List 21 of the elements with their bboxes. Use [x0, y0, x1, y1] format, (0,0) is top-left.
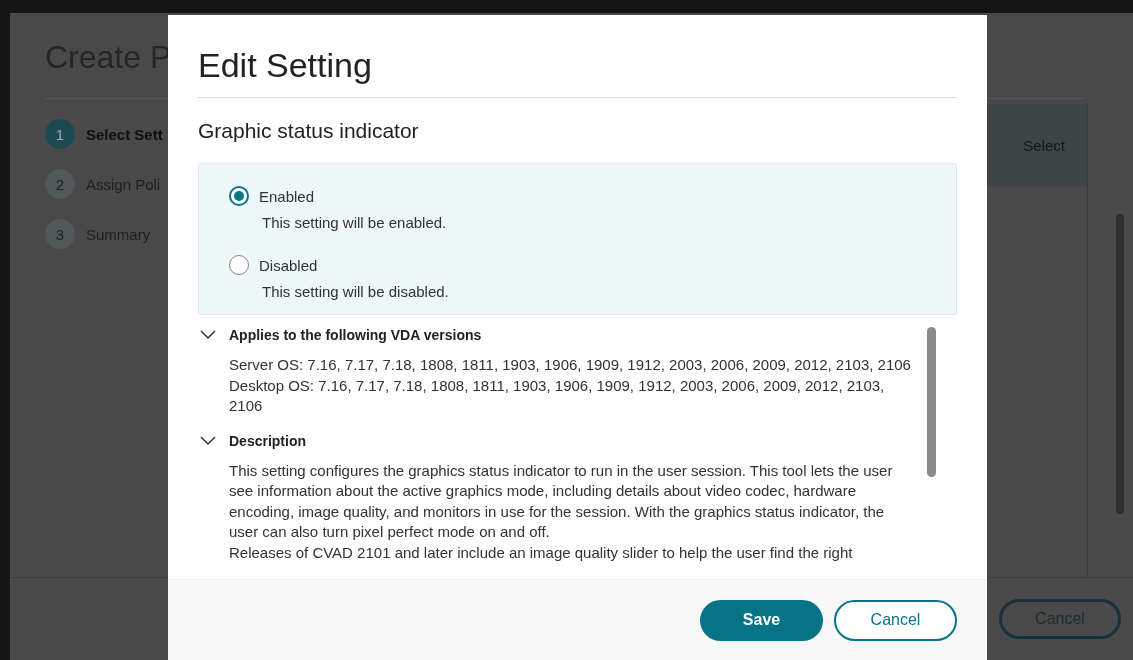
step-number: 1	[45, 119, 75, 149]
section-text: Desktop OS: 7.16, 7.17, 7.18, 1808, 1811, 1903, 1906, 1909, 1912, 2003, 2006, 2009, 2012, 2103, 2106	[229, 375, 886, 416]
radio-button[interactable]	[229, 186, 249, 206]
cancel-button[interactable]: Cancel	[834, 599, 957, 641]
option-hint: This setting will be disabled.	[262, 283, 450, 300]
section-text: Server OS: 7.16, 7.17, 7.18, 1808, 1811, 1903, 1906, 1909, 1912, 2003, 2006, 2009, 2012, 2103, 2106	[229, 355, 912, 375]
section-title[interactable]: Applies to the following VDA versions	[229, 327, 482, 343]
scrollbar[interactable]	[1116, 214, 1124, 514]
option-label[interactable]: Enabled	[259, 187, 315, 205]
section-text: This setting configures the graphics status indicator to run in the user session. This tool lets the user see information about the active graphics mode, including details about video codec, hardware encoding, image quality, and monitors in use for the session. With the graphics status indicator, the user can also turn pixel perfect mode on and off.	[229, 460, 894, 542]
option-hint: This setting will be enabled.	[262, 214, 448, 231]
section-title[interactable]: Description	[229, 432, 306, 449]
chevron-icon[interactable]	[200, 435, 216, 446]
save-button[interactable]: Save	[700, 599, 823, 641]
radio-button[interactable]	[229, 255, 249, 275]
dialog-title: Edit Setting	[198, 46, 372, 85]
chevron-icon[interactable]	[200, 330, 216, 340]
setting-name: Graphic status indicator	[198, 119, 420, 143]
scrollbar-thumb[interactable]	[927, 327, 936, 477]
section-text: Releases of CVAD 2101 and later include an image quality slider to help the user find the right	[229, 542, 854, 563]
option-label[interactable]: Disabled	[259, 256, 318, 274]
